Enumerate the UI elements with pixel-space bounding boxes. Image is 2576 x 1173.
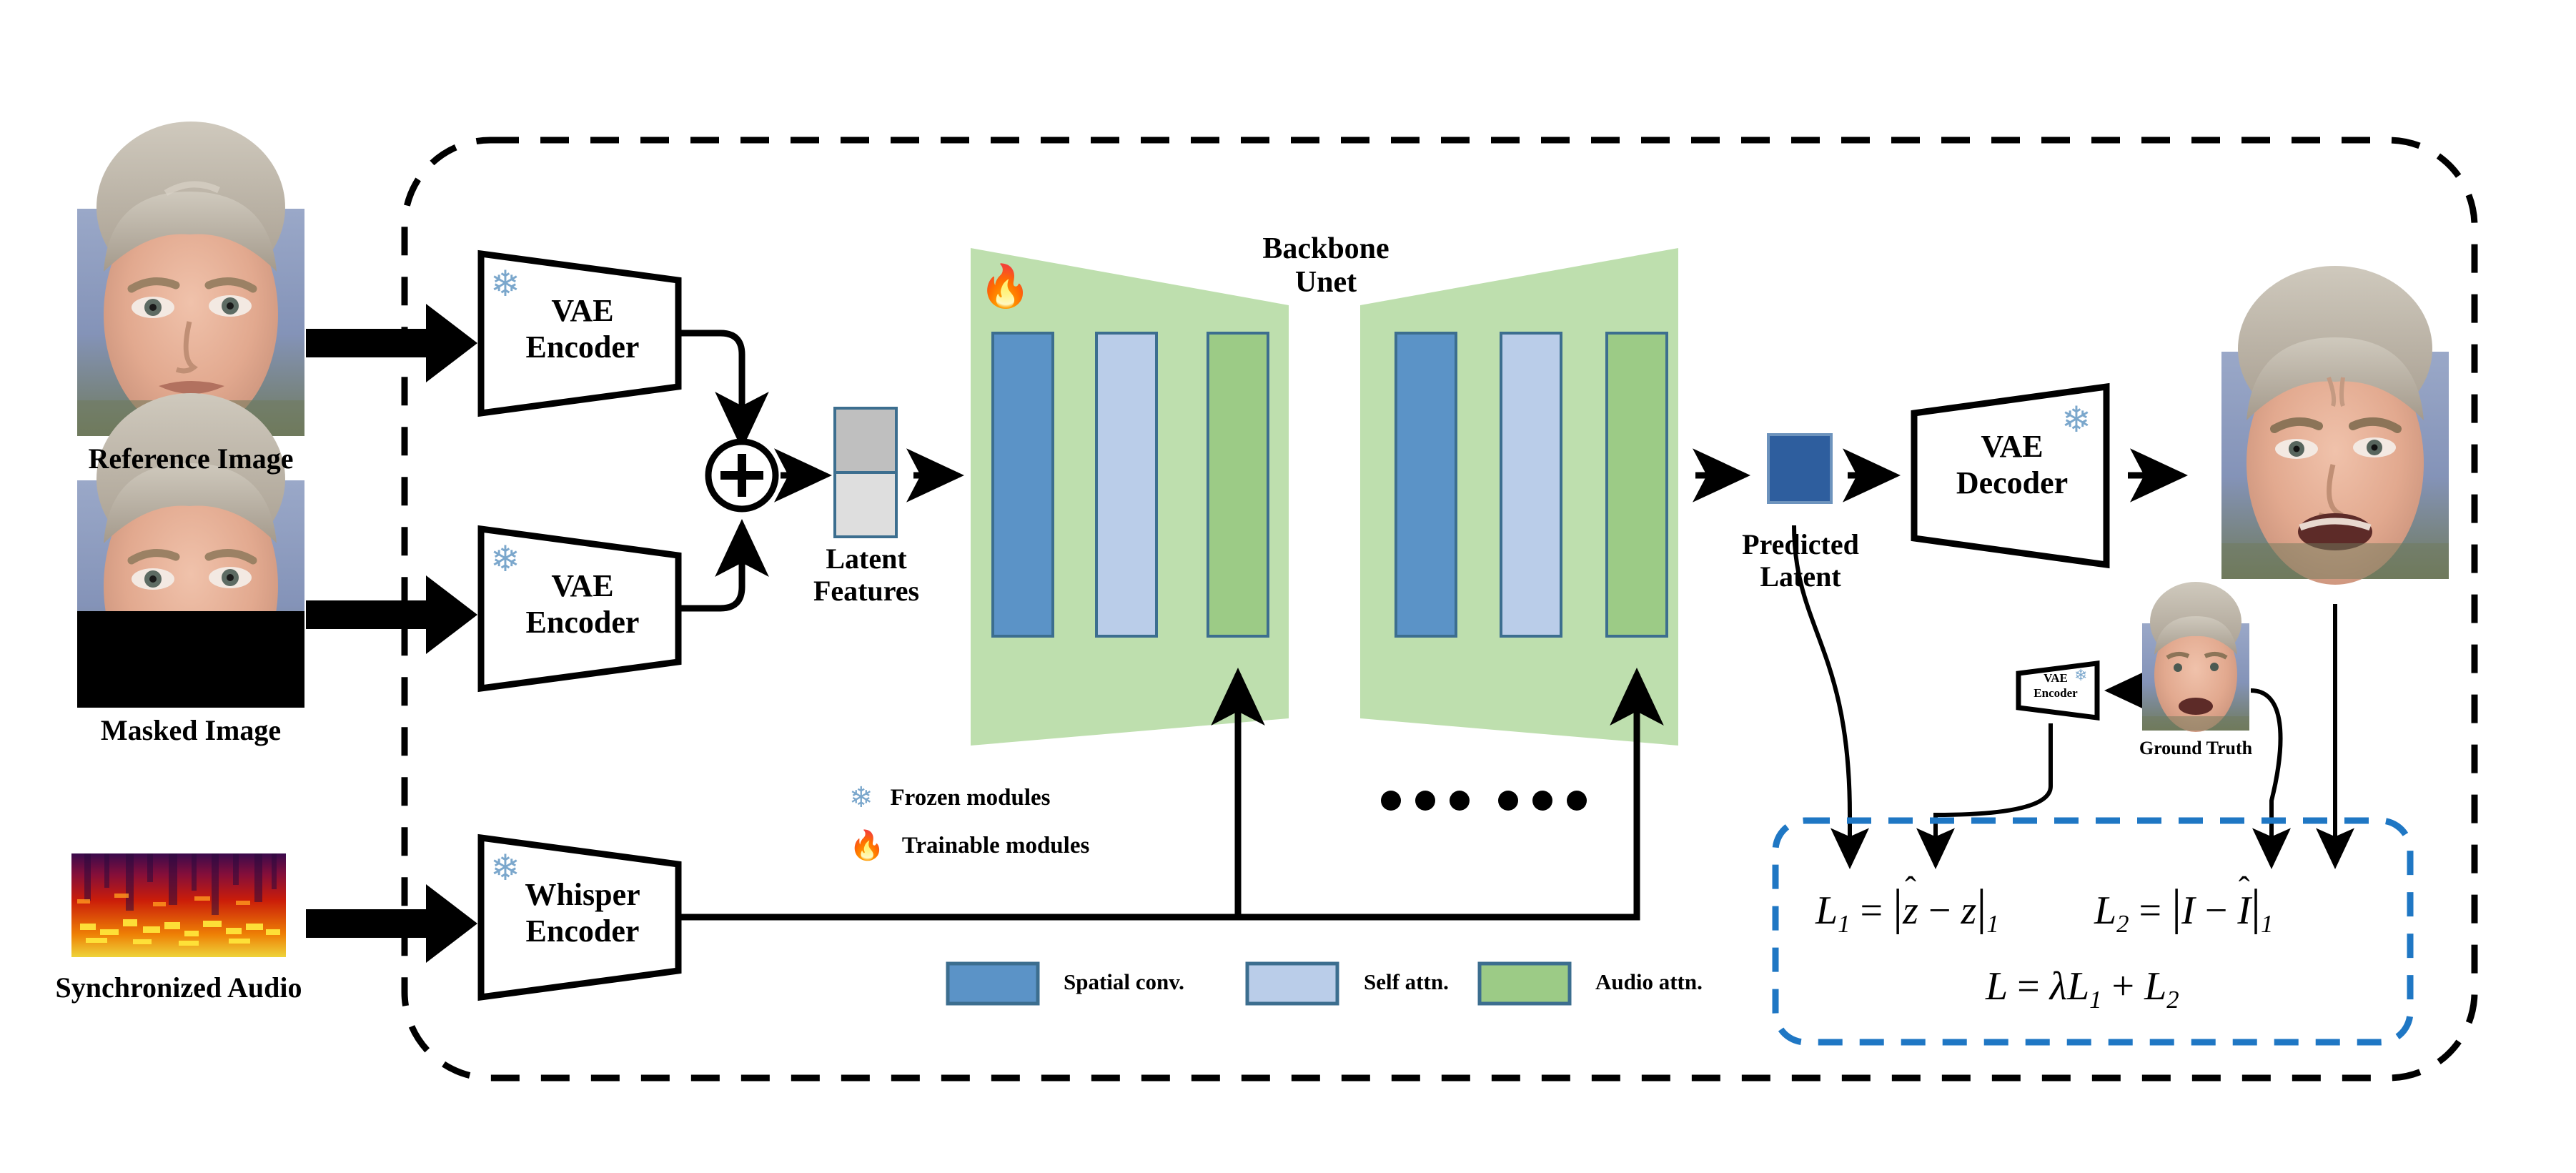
vae-encoder-masked-label: VAE Encoder (500, 568, 665, 640)
gt-vae-encoder-line2: Encoder (2033, 686, 2078, 701)
masked-image-label: Masked Image (100, 714, 282, 746)
vae-encoder-reference-label: VAE Encoder (500, 293, 665, 365)
loss-l1-lhs: L (1815, 889, 1838, 933)
conn-enc2-to-sum (678, 519, 769, 612)
backbone-unet-title-line1: Backbone (1262, 232, 1389, 265)
spectrogram-photo (71, 853, 286, 957)
loss-l1-lhs-sub: 1 (1838, 910, 1851, 939)
mask-region (77, 611, 304, 708)
legend-trainable-label: Trainable modules (901, 832, 1090, 858)
loss-total-lhs: L (1986, 964, 2008, 1009)
snowflake-icon: ❄ (2074, 666, 2088, 684)
reference-image-label: Reference Image (88, 442, 294, 475)
backbone-unet-title-line2: Unet (1294, 266, 1357, 300)
conn-gtencoder-to-L1 (1916, 723, 2053, 869)
snowflake-icon: ❄ (490, 539, 520, 579)
legend-audio-attn-label: Audio attn. (1595, 969, 1703, 994)
unet-ellipsis-dots (1381, 791, 1587, 811)
snowflake-icon: ❄ (490, 848, 520, 888)
vae-encoder-masked-line2: Encoder (525, 604, 640, 640)
snowflake-icon: ❄ (490, 264, 520, 304)
reference-image-photo (77, 122, 304, 436)
vae-encoder-masked-line1: VAE (551, 568, 614, 603)
latent-features-shape (833, 407, 898, 538)
loss-l2-equation: L2 = |I − ̂I|1 (2094, 880, 2274, 939)
input-arrows (306, 304, 477, 963)
ground-truth-label: Ground Truth (2139, 738, 2253, 758)
whisper-encoder-line2: Encoder (525, 913, 640, 949)
legend-trainable-modules: 🔥 Trainable modules (849, 831, 1089, 860)
loss-total-equation: L = λL1 + L2 (1986, 964, 2179, 1014)
generated-image-photo (2221, 266, 2449, 585)
unet-right-blocks (1394, 332, 1668, 638)
snowflake-icon: ❄ (2061, 400, 2091, 440)
loss-l1-equation: L1 = |̂z − z|1 (1815, 880, 1999, 939)
conn-enc1-to-sum (678, 330, 769, 450)
predicted-latent-line2: Latent (1760, 560, 1841, 593)
latent-features-line2: Features (813, 574, 920, 607)
legend-self-attn-label: Self attn. (1364, 969, 1449, 994)
snowflake-icon: ❄ (849, 781, 873, 813)
fire-icon: 🔥 (979, 263, 1031, 310)
vae-decoder-line2: Decoder (1956, 465, 2069, 500)
unet-left-blocks (991, 332, 1269, 638)
legend-frozen-label: Frozen modules (890, 784, 1051, 811)
conn-gt-to-L2 (2250, 688, 2291, 869)
vae-encoder-reference-line1: VAE (551, 293, 614, 328)
predicted-latent-line1: Predicted (1742, 528, 1859, 560)
vae-encoder-reference-line2: Encoder (525, 329, 640, 365)
predicted-latent-label: Predicted Latent (1707, 528, 1894, 593)
predicted-latent-shape (1767, 433, 1833, 504)
latent-features-label: Latent Features (781, 543, 951, 608)
vae-decoder-label: VAE Decoder (1930, 429, 2094, 501)
latent-features-line1: Latent (826, 543, 907, 575)
loss-l2-lhs: L (2094, 889, 2117, 933)
loss-l2-lhs-sub: 2 (2116, 910, 2129, 939)
legend-frozen-modules: ❄ Frozen modules (849, 783, 1050, 812)
ground-truth-photo (2142, 582, 2249, 732)
legend-spatial-conv-label: Spatial conv. (1064, 969, 1184, 994)
diagram-canvas (71, 0, 2478, 1082)
block-legend-swatches (946, 961, 1572, 1006)
whisper-encoder-label: Whisper Encoder (493, 877, 672, 949)
backbone-unet-title: Backbone Unet (1208, 232, 1444, 300)
fire-icon: 🔥 (849, 829, 885, 861)
masked-image-photo (77, 393, 304, 708)
synchronized-audio-label: Synchronized Audio (55, 971, 302, 1004)
